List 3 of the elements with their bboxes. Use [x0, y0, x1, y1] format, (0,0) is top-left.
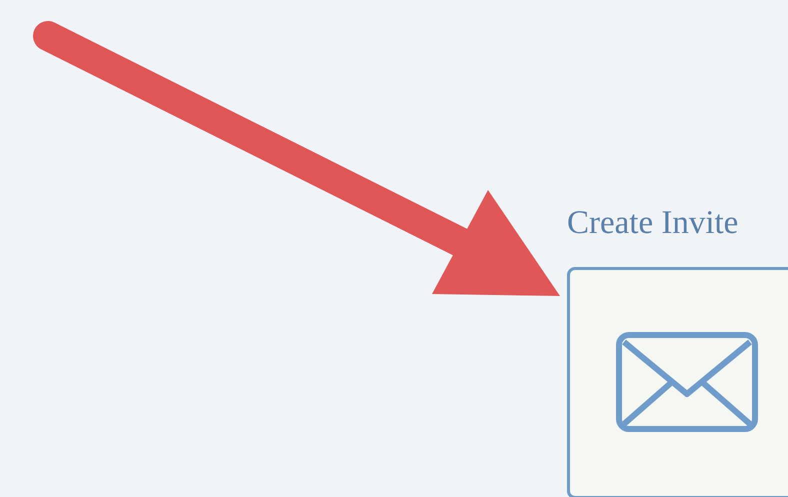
envelope-icon	[616, 332, 758, 432]
section-title: Create Invite	[567, 204, 738, 243]
invite-tile[interactable]	[567, 267, 788, 497]
